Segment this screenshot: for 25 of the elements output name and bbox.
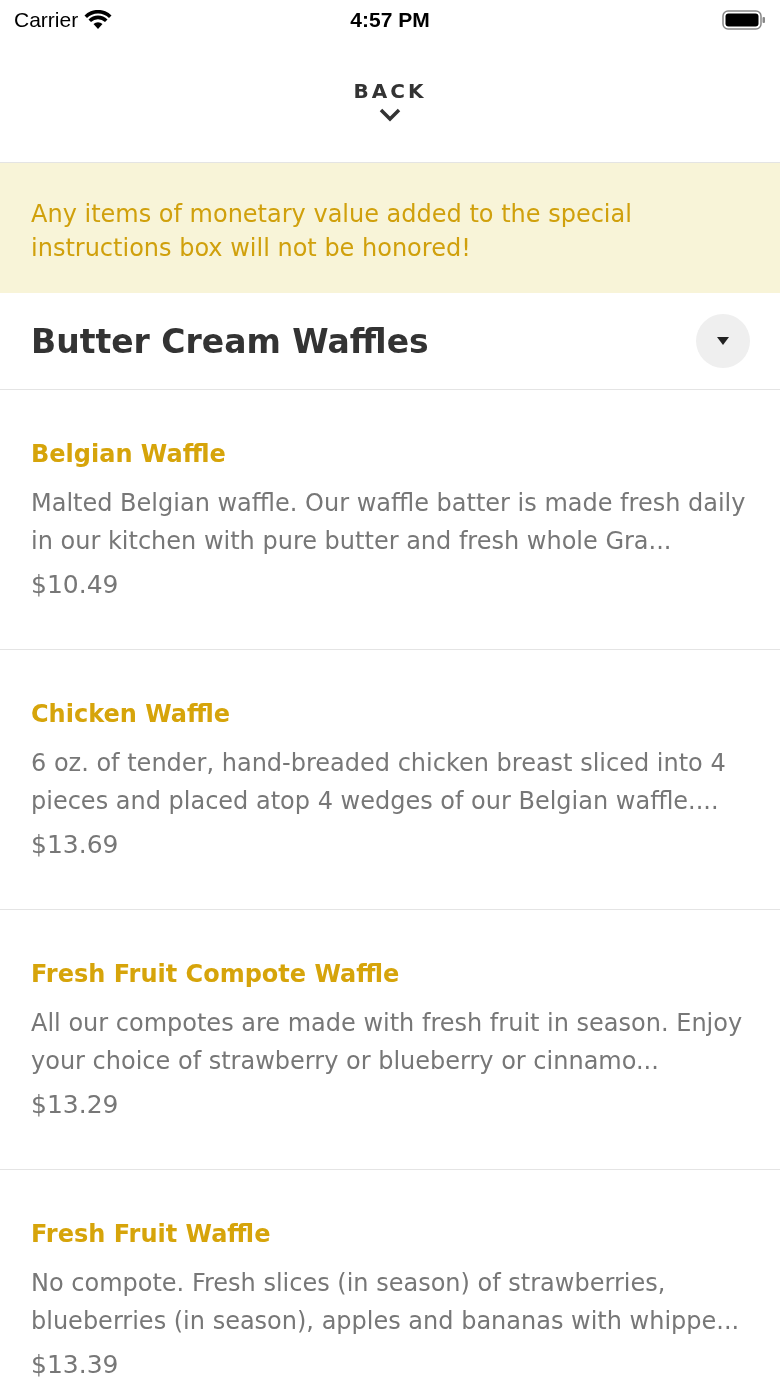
- notice-banner: Any items of monetary value added to the special instructions box will not be honored!: [0, 163, 780, 293]
- menu-item-card[interactable]: Fresh Fruit Compote Waffle All our compotes are made with fresh fruit in season. Enjoy your choice of strawberry or blueberry or cinnamo... $13.29: [0, 910, 780, 1170]
- carrier-label: Carrier: [14, 8, 79, 32]
- item-description: No compote. Fresh slices (in season) of strawberries, blueberries (in season), apples and bananas with whippe...: [31, 1268, 741, 1337]
- menu-item-card[interactable]: Fresh Fruit Waffle No compote. Fresh slices (in season) of strawberries, blueberries (in season), apples and bananas with whippe... $13.39: [0, 1170, 780, 1387]
- wifi-icon: [84, 10, 113, 30]
- item-price: $13.29: [31, 1089, 119, 1121]
- battery-icon: [722, 10, 766, 30]
- section-title: Butter Cream Waffles: [31, 321, 429, 361]
- menu-item-card[interactable]: Belgian Waffle Malted Belgian waffle. Our waffle batter is made fresh daily in our kitchen with pure butter and fresh whole Gra... $10.49: [0, 390, 780, 650]
- back-button[interactable]: BACK: [353, 79, 427, 123]
- chevron-down-icon: [378, 107, 402, 123]
- item-description: All our compotes are made with fresh fruit in season. Enjoy your choice of strawberry or blueberry or cinnamo...: [31, 1008, 744, 1077]
- item-name: Fresh Fruit Waffle: [31, 1219, 271, 1250]
- item-description: 6 oz. of tender, hand-breaded chicken breast sliced into 4 pieces and placed atop 4 wedges of our Belgian waffle....: [31, 748, 727, 817]
- menu-item-card[interactable]: Chicken Waffle 6 oz. of tender, hand-breaded chicken breast sliced into 4 pieces and placed atop 4 wedges of our Belgian waffle.... $13.69: [0, 650, 780, 910]
- item-description: Malted Belgian waffle. Our waffle batter is made fresh daily in our kitchen with pure butter and fresh whole Gra...: [31, 488, 747, 557]
- item-name: Fresh Fruit Compote Waffle: [31, 959, 400, 990]
- triangle-icon: [716, 335, 730, 347]
- clock-time: 4:57 PM: [349, 8, 431, 32]
- item-name: Belgian Waffle: [31, 439, 226, 470]
- item-price: $10.49: [31, 569, 119, 601]
- item-name: Chicken Waffle: [31, 699, 231, 730]
- item-price: $13.39: [31, 1349, 119, 1381]
- item-price: $13.69: [31, 829, 119, 861]
